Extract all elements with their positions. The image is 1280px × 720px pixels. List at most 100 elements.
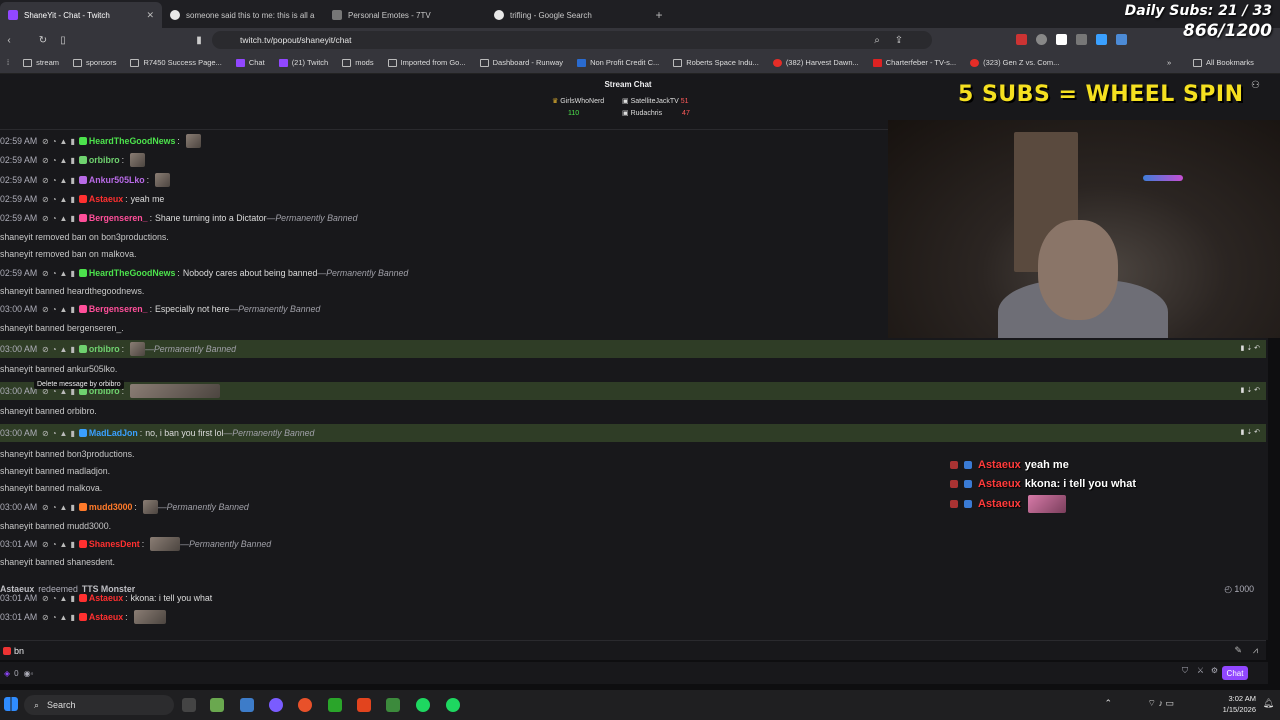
chat-message[interactable]: 03:00 AM ⊘ ◔ ▲ ▮ orbibro: bbox=[0, 382, 1266, 400]
ban-icon[interactable]: ⊘ bbox=[42, 429, 49, 438]
shield-icon[interactable]: ⛉ bbox=[1182, 666, 1188, 676]
chat-message[interactable]: 03:01 AM ⊘ ◔ ▲ ▮ Astaeux: bbox=[0, 608, 1266, 626]
username[interactable]: MadLadJon bbox=[89, 428, 138, 438]
ban-icon[interactable]: ⊘ bbox=[42, 156, 49, 165]
bookmark-icon[interactable]: ▮ bbox=[190, 35, 208, 46]
delete-icon[interactable]: ▮ bbox=[70, 195, 74, 204]
reload-icon[interactable]: ↻ bbox=[34, 35, 52, 46]
delete-icon[interactable]: ▮ bbox=[70, 613, 74, 622]
system-clock[interactable]: 3:02 AM 1/15/2026 bbox=[1223, 693, 1256, 715]
username[interactable]: HeardTheGoodNews bbox=[89, 268, 176, 278]
url-field[interactable]: twitch.tv/popout/shaneyit/chat bbox=[212, 31, 932, 49]
emote-image[interactable] bbox=[130, 384, 221, 398]
warn-icon[interactable]: ▲ bbox=[60, 540, 68, 549]
username[interactable]: Bergenseren_ bbox=[89, 304, 148, 314]
zoom-icon[interactable]: ⌕ bbox=[868, 35, 886, 46]
notification-icon[interactable]: 🔔︎ bbox=[1263, 698, 1274, 709]
warn-icon[interactable]: ▲ bbox=[60, 176, 68, 185]
delete-icon[interactable]: ▮ bbox=[70, 540, 74, 549]
close-icon[interactable]: ✕ bbox=[146, 10, 154, 21]
bookmark-item[interactable]: Roberts Space Indu... bbox=[666, 58, 766, 67]
timeout-icon[interactable]: ◔ bbox=[52, 269, 57, 278]
bookmark-item[interactable]: sponsors bbox=[66, 58, 123, 67]
emote-image[interactable] bbox=[133, 610, 166, 624]
bookmark-item[interactable]: Charterfeber - TV-s... bbox=[866, 58, 963, 67]
ban-icon[interactable]: ⊘ bbox=[42, 214, 49, 223]
more-bookmarks-icon[interactable]: » bbox=[1160, 58, 1178, 67]
bookmark-item[interactable]: (21) Twitch bbox=[272, 58, 336, 67]
tab-google[interactable]: trifling - Google Search bbox=[486, 2, 648, 28]
timeout-icon[interactable]: ◔ bbox=[52, 429, 57, 438]
delete-icon[interactable]: ▮ bbox=[70, 429, 74, 438]
hype-runners-up[interactable]: ▣ SatelliteJackTV 51 ▣ Rudachris 47 bbox=[622, 96, 690, 120]
chat-message[interactable]: 03:01 AM ⊘ ◔ ▲ ▮ ShanesDent: —Permanently Bann… bbox=[0, 535, 1266, 553]
tab-twitch-chat[interactable]: ShaneYit - Chat - Twitch ✕ bbox=[0, 2, 162, 28]
system-message[interactable]: shaneyit banned ankur505lko. bbox=[0, 360, 1266, 378]
system-message[interactable]: shaneyit banned bon3productions. bbox=[0, 445, 1266, 463]
timeout-icon[interactable]: ◔ bbox=[52, 503, 57, 512]
warn-icon[interactable]: ▲ bbox=[60, 137, 68, 146]
emote-image[interactable] bbox=[130, 153, 146, 167]
ban-icon[interactable]: ⊘ bbox=[42, 345, 49, 354]
bookmark-item[interactable]: Imported from Go... bbox=[381, 58, 473, 67]
all-bookmarks[interactable]: All Bookmarks bbox=[1186, 58, 1261, 67]
7tv-icon[interactable]: ⩘ bbox=[1253, 645, 1258, 656]
username[interactable]: Ankur505Lko bbox=[89, 175, 145, 185]
delete-icon[interactable]: ▮ bbox=[70, 305, 74, 314]
username[interactable]: Astaeux bbox=[89, 612, 123, 622]
username[interactable]: orbibro bbox=[89, 344, 120, 354]
spotify-icon[interactable] bbox=[446, 698, 460, 712]
bookmark-item[interactable]: R7450 Success Page... bbox=[123, 58, 228, 67]
warn-icon[interactable]: ▲ bbox=[60, 214, 68, 223]
ban-icon[interactable]: ⊘ bbox=[42, 269, 49, 278]
bookmark-item[interactable]: (323) Gen Z vs. Com... bbox=[963, 58, 1066, 67]
tab-7tv[interactable]: Personal Emotes - 7TV bbox=[324, 2, 486, 28]
tray-expand-icon[interactable]: ⌃ bbox=[1104, 698, 1112, 709]
username[interactable]: ShanesDent bbox=[89, 539, 140, 549]
timeout-icon[interactable]: ◔ bbox=[52, 345, 57, 354]
channel-points-icon[interactable]: ◈ bbox=[4, 669, 10, 678]
settings-icon[interactable]: ⚙ bbox=[1211, 666, 1218, 675]
wifi-icon[interactable]: ⌔ ♪ ▭ bbox=[1148, 698, 1174, 709]
xbox-icon[interactable] bbox=[328, 698, 342, 712]
ban-icon[interactable]: ⊘ bbox=[42, 305, 49, 314]
username[interactable]: Astaeux bbox=[89, 194, 123, 204]
warn-icon[interactable]: ▲ bbox=[60, 195, 68, 204]
system-message[interactable]: shaneyit banned orbibro. bbox=[0, 402, 1266, 420]
bookmark-item[interactable]: mods bbox=[335, 58, 380, 67]
delete-icon[interactable]: ▮ bbox=[70, 137, 74, 146]
bookmark-item[interactable]: Non Profit Credit C... bbox=[570, 58, 666, 67]
message-actions-icon[interactable]: ▮ ⇣ ↶ bbox=[1241, 386, 1260, 394]
timeout-icon[interactable]: ◔ bbox=[52, 613, 57, 622]
bookmark-item[interactable]: Dashboard - Runway bbox=[473, 58, 570, 67]
share-icon[interactable]: ⇪ bbox=[890, 35, 908, 46]
delete-icon[interactable]: ▮ bbox=[70, 269, 74, 278]
mod-tools-icon[interactable]: ⚔ bbox=[1197, 666, 1204, 675]
steam-icon[interactable] bbox=[240, 698, 254, 712]
system-message[interactable]: shaneyit banned mudd3000. bbox=[0, 517, 1266, 535]
app-icon[interactable] bbox=[386, 698, 400, 712]
spotify-icon[interactable] bbox=[416, 698, 430, 712]
chat-message[interactable]: 03:00 AM ⊘ ◔ ▲ ▮ orbibro: —Permanently Banned bbox=[0, 340, 1266, 358]
username[interactable]: orbibro bbox=[89, 155, 120, 165]
taskbar-search[interactable]: ⌕ Search bbox=[24, 695, 174, 715]
brave-icon[interactable] bbox=[357, 698, 371, 712]
sidebar-icon[interactable]: ▯ bbox=[54, 35, 72, 46]
warn-icon[interactable]: ▲ bbox=[60, 305, 68, 314]
emote-image[interactable] bbox=[130, 342, 146, 356]
discord-icon[interactable] bbox=[269, 698, 283, 712]
timeout-icon[interactable]: ◔ bbox=[52, 176, 57, 185]
username[interactable]: HeardTheGoodNews bbox=[89, 136, 176, 146]
tab-search[interactable]: someone said this to me: this is all a bbox=[162, 2, 324, 28]
emote-image[interactable] bbox=[142, 500, 158, 514]
extension-icon[interactable] bbox=[1076, 34, 1087, 45]
ban-icon[interactable]: ⊘ bbox=[42, 195, 49, 204]
app-icon[interactable] bbox=[210, 698, 224, 712]
emote-image[interactable] bbox=[150, 537, 181, 551]
delete-icon[interactable]: ▮ bbox=[70, 503, 74, 512]
windows-start-icon[interactable] bbox=[4, 697, 18, 711]
timeout-icon[interactable]: ◔ bbox=[52, 195, 57, 204]
bookmark-item[interactable]: Chat bbox=[229, 58, 272, 67]
delete-icon[interactable]: ▮ bbox=[70, 345, 74, 354]
hype-leader[interactable]: ♛ GirlsWhoNerd 110 bbox=[552, 96, 604, 120]
